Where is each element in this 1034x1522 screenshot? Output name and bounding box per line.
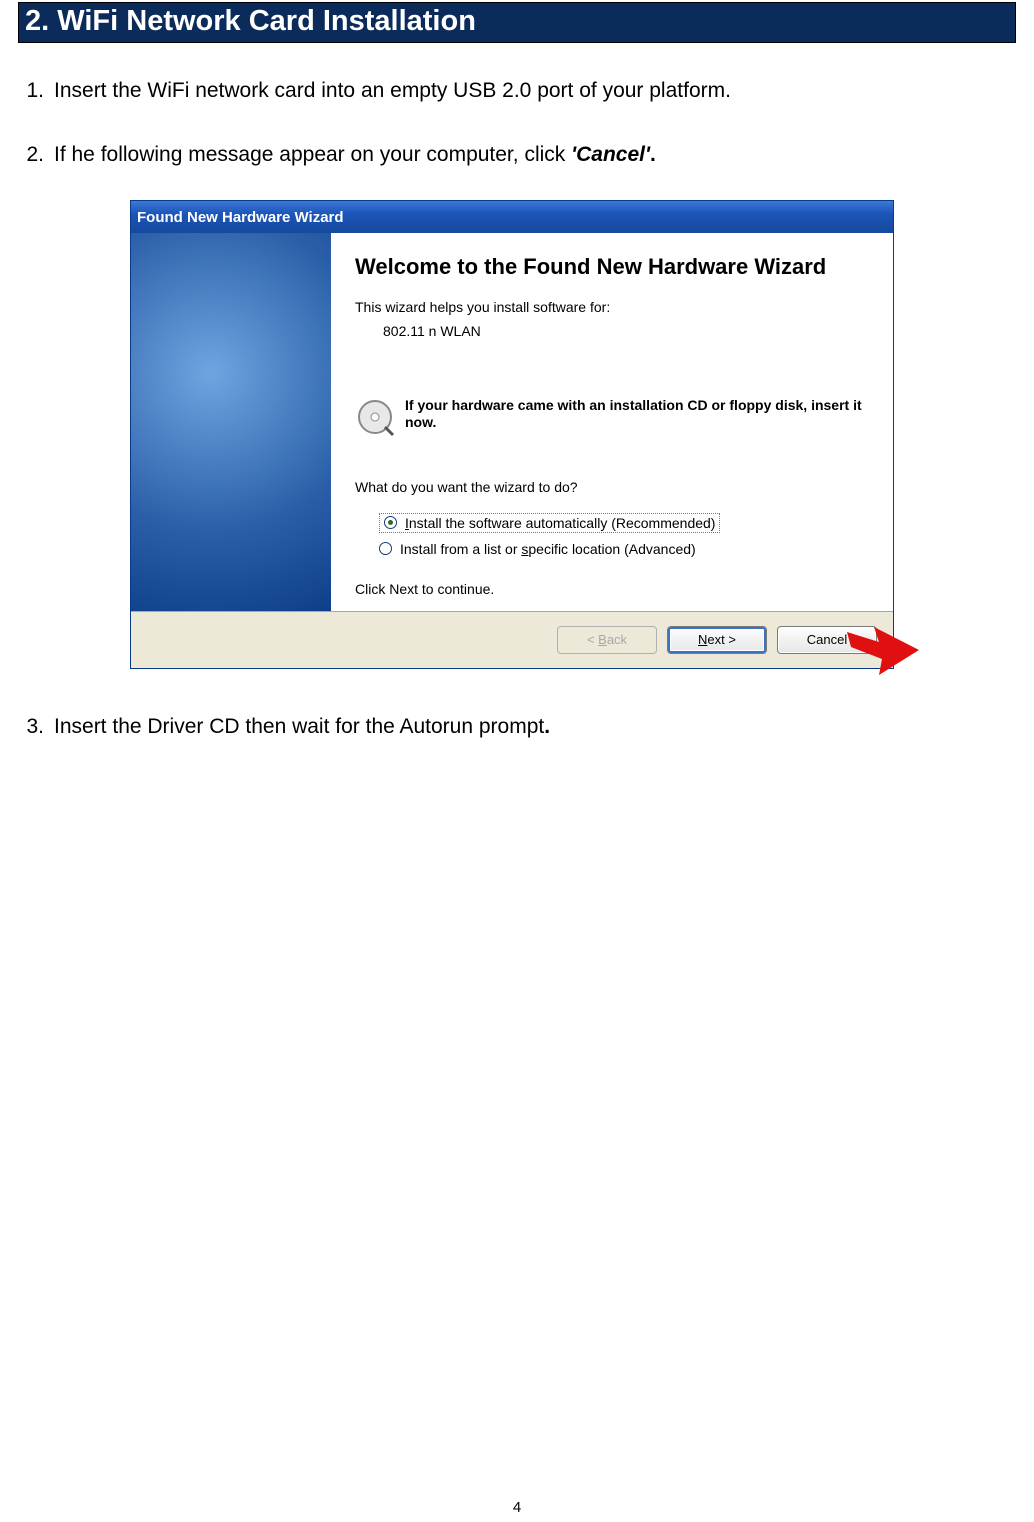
cd-icon (355, 397, 395, 437)
step-number: 3. (18, 709, 54, 745)
wizard-device-name: 802.11 n WLAN (383, 323, 871, 339)
red-arrow-annotation (839, 617, 919, 677)
back-button: < Back (557, 626, 657, 654)
next-button[interactable]: Next > (667, 626, 767, 654)
radio-icon (379, 542, 392, 555)
radio-label: Install the software automatically (Reco… (405, 515, 715, 531)
wizard-click-next: Click Next to continue. (355, 581, 871, 597)
wizard-question: What do you want the wizard to do? (355, 479, 871, 495)
underline: I (405, 515, 409, 531)
step-number: 1. (18, 73, 54, 109)
step-text-suffix: . (650, 143, 656, 166)
step-text: Insert the Driver CD then wait for the A… (54, 709, 1016, 745)
radio-icon (384, 516, 397, 529)
radio-install-auto[interactable]: Install the software automatically (Reco… (379, 513, 720, 533)
section-header: 2. WiFi Network Card Installation (18, 2, 1016, 43)
step-text: If he following message appear on your c… (54, 137, 1016, 173)
button-label: Next > (698, 632, 736, 647)
step-text-prefix: If he following message appear on your c… (54, 143, 571, 166)
radio-label: Install from a list or specific location… (400, 541, 696, 557)
page-number: 4 (0, 1499, 1034, 1516)
step-1: 1. Insert the WiFi network card into an … (18, 73, 1016, 109)
step-2: 2. If he following message appear on you… (18, 137, 1016, 173)
wizard-side-graphic (131, 233, 331, 611)
underline: B (598, 632, 607, 647)
step-text-bold: 'Cancel' (571, 143, 650, 166)
wizard-footer: < Back Next > Cancel (131, 612, 893, 668)
wizard-titlebar: Found New Hardware Wizard (131, 201, 893, 233)
underline: N (698, 632, 707, 647)
step-number: 2. (18, 137, 54, 173)
underline: s (521, 541, 528, 557)
wizard-helps-text: This wizard helps you install software f… (355, 299, 871, 315)
step-text-suffix: . (544, 715, 550, 738)
wizard-cd-text: If your hardware came with an installati… (405, 397, 871, 432)
wizard-title: Found New Hardware Wizard (137, 209, 344, 226)
button-label: < Back (587, 632, 627, 647)
step-text-main: Insert the Driver CD then wait for the A… (54, 715, 544, 738)
step-text: Insert the WiFi network card into an emp… (54, 73, 1016, 109)
radio-install-specific[interactable]: Install from a list or specific location… (379, 541, 871, 557)
wizard-heading: Welcome to the Found New Hardware Wizard (355, 253, 871, 281)
wizard-screenshot: Found New Hardware Wizard Welcome to the… (130, 200, 894, 669)
step-3: 3. Insert the Driver CD then wait for th… (18, 709, 1016, 745)
